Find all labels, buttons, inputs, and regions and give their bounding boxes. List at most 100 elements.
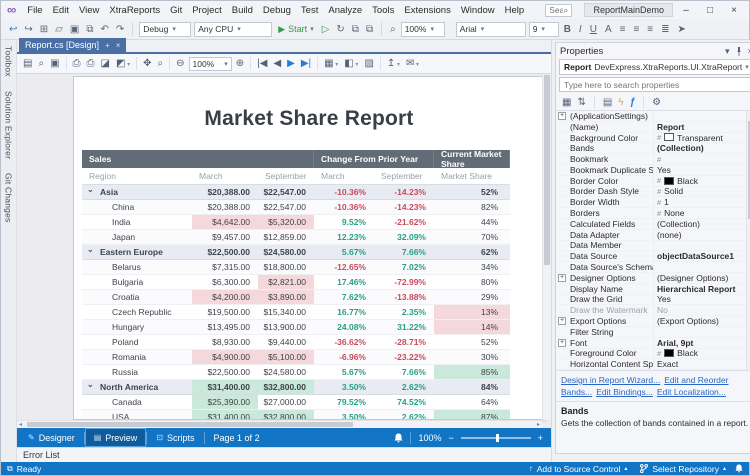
pin-icon[interactable]	[735, 47, 743, 56]
property-value[interactable]	[653, 327, 746, 337]
hand-tool-icon[interactable]: ✥	[141, 58, 153, 69]
start-button[interactable]: ▶Start▾	[275, 24, 316, 35]
scale-icon[interactable]: ◩ ▾	[114, 58, 132, 69]
property-link[interactable]: Edit Bindings...	[596, 387, 653, 397]
menu-item-project[interactable]: Project	[187, 4, 227, 17]
menu-item-build[interactable]: Build	[227, 4, 258, 17]
property-row[interactable]: Borders#None	[556, 208, 746, 219]
zoom-in-icon[interactable]: +	[538, 433, 543, 443]
quick-print-icon[interactable]: ⎙	[85, 58, 97, 69]
minimize-button[interactable]: –	[675, 4, 697, 17]
property-row[interactable]: Bands(Collection)	[556, 143, 746, 154]
navigate-forward-icon[interactable]: ↪	[22, 21, 34, 38]
tab-scripts[interactable]: ⊡Scripts	[147, 428, 203, 447]
property-row[interactable]: Data Adapter(none)	[556, 230, 746, 241]
table-row[interactable]: Hungary$13,495.00$13,900.0024.08%31.22%1…	[82, 320, 510, 335]
undo-icon[interactable]: ↶	[98, 21, 110, 38]
tab-designer[interactable]: ✎Designer	[19, 428, 84, 447]
chevron-down-icon[interactable]: ⌄	[87, 380, 94, 389]
align-center-icon[interactable]: ≡	[631, 21, 641, 38]
menu-item-view[interactable]: View	[74, 4, 104, 17]
new-project-icon[interactable]: ⊞	[38, 21, 50, 38]
underline-icon[interactable]: U	[588, 21, 599, 38]
property-row[interactable]: Bookmark#	[556, 154, 746, 165]
quick-search[interactable]: ⌕	[545, 4, 572, 17]
page-color-icon[interactable]: ◧ ▾	[342, 58, 360, 69]
property-value[interactable]: #Solid	[653, 187, 746, 197]
export-icon[interactable]: ↥ ▾	[385, 58, 402, 69]
expand-icon[interactable]: +	[558, 339, 566, 347]
first-page-icon[interactable]: |◀	[255, 58, 269, 69]
menu-item-edit[interactable]: Edit	[48, 4, 74, 17]
preview-device-icon[interactable]: ⧉	[350, 21, 361, 38]
property-row[interactable]: Draw the WatermarkNo	[556, 305, 746, 316]
menu-item-analyze[interactable]: Analyze	[323, 4, 367, 17]
property-value[interactable]: Arial, 9pt	[653, 338, 746, 348]
property-row[interactable]: Draw the GridYes	[556, 295, 746, 306]
property-pages-icon[interactable]: ▤	[603, 97, 612, 108]
table-row[interactable]: India$4,642.00$5,320.009.52%-21.62%44%	[82, 215, 510, 230]
properties-search-input[interactable]	[564, 80, 749, 90]
magnifier-icon[interactable]: ⌕	[156, 58, 166, 69]
run-no-debug-icon[interactable]: ▷	[320, 21, 332, 38]
hot-reload-icon[interactable]: ↻	[334, 21, 346, 38]
italic-icon[interactable]: I	[577, 21, 584, 38]
search-input[interactable]	[549, 5, 563, 15]
property-value[interactable]: (none)	[653, 230, 746, 240]
menu-item-git[interactable]: Git	[165, 4, 187, 17]
properties-scrollbar[interactable]: ▴ ▾	[746, 111, 750, 370]
property-value[interactable]: (Collection)	[653, 143, 746, 153]
property-row[interactable]: +(ApplicationSettings)	[556, 111, 746, 122]
tab-preview[interactable]: ▤Preview	[85, 428, 147, 447]
close-button[interactable]: ×	[723, 4, 745, 17]
align-left-icon[interactable]: ≡	[618, 21, 628, 38]
platform-combo[interactable]: Any CPU▾	[194, 22, 272, 37]
pin-icon[interactable]: +	[105, 41, 110, 50]
maximize-button[interactable]: □	[699, 4, 721, 17]
navigate-back-icon[interactable]: ↩	[7, 21, 19, 38]
menu-item-tools[interactable]: Tools	[367, 4, 399, 17]
font-family-combo[interactable]: Arial▾	[456, 22, 526, 37]
debug-target-combo[interactable]: Debug▾	[139, 22, 191, 37]
property-value[interactable]	[653, 241, 746, 251]
expand-icon[interactable]: +	[558, 317, 566, 325]
email-icon[interactable]: ✉ ▾	[404, 58, 421, 69]
last-page-icon[interactable]: ▶|	[299, 58, 313, 69]
zoom-out-icon[interactable]: ⊖	[174, 58, 186, 69]
property-row[interactable]: +Designer Options(Designer Options)	[556, 273, 746, 284]
property-value[interactable]: objectDataSource1	[653, 251, 746, 261]
events-icon[interactable]: ϟ	[618, 97, 623, 108]
sidebar-tab-toolbox[interactable]: Toolbox	[4, 46, 14, 77]
menu-item-xtrareports[interactable]: XtraReports	[104, 4, 165, 17]
property-value[interactable]: (Collection)	[653, 219, 746, 229]
editor-zoom-combo[interactable]: 100%▾	[401, 22, 445, 37]
zoom-slider[interactable]	[461, 437, 531, 439]
property-value[interactable]: #Black	[653, 176, 746, 186]
property-value[interactable]: Exact	[653, 359, 746, 369]
save-all-icon[interactable]: ⧉	[84, 21, 95, 38]
prev-page-icon[interactable]: ◀	[271, 58, 283, 69]
next-page-icon[interactable]: ▶	[285, 58, 297, 69]
zoom-icon[interactable]: ⌕	[388, 21, 398, 38]
expressions-icon[interactable]: ƒ	[630, 97, 636, 108]
property-row[interactable]: Display NameHierarchical Report	[556, 284, 746, 295]
scroll-right-icon[interactable]: ▸	[537, 421, 540, 428]
settings-icon[interactable]: ⚙	[652, 97, 661, 108]
document-map-icon[interactable]: ▤	[21, 58, 34, 69]
properties-search[interactable]	[559, 77, 750, 92]
property-row[interactable]: Background Color#Transparent	[556, 133, 746, 144]
property-link[interactable]: Design in Report Wizard...	[561, 375, 660, 385]
property-row[interactable]: Border Color#Black	[556, 176, 746, 187]
bell-icon[interactable]	[735, 464, 743, 473]
table-row[interactable]: Russia$22,500.00$24,580.005.67%7.66%85%	[82, 365, 510, 380]
menu-item-debug[interactable]: Debug	[258, 4, 296, 17]
justify-icon[interactable]: ≣	[659, 21, 671, 38]
table-row[interactable]: China$20,388.00$22,547.00-10.36%-14.23%8…	[82, 200, 510, 215]
property-row[interactable]: Bookmark Duplicate SupYes	[556, 165, 746, 176]
property-row[interactable]: +FontArial, 9pt	[556, 338, 746, 349]
property-value[interactable]: Yes	[653, 165, 746, 175]
window-menu-icon[interactable]: ▾	[725, 46, 730, 57]
property-link[interactable]: Edit Localization...	[657, 387, 726, 397]
property-row[interactable]: Data Source's Schema	[556, 262, 746, 273]
property-value[interactable]: Report	[653, 122, 746, 132]
